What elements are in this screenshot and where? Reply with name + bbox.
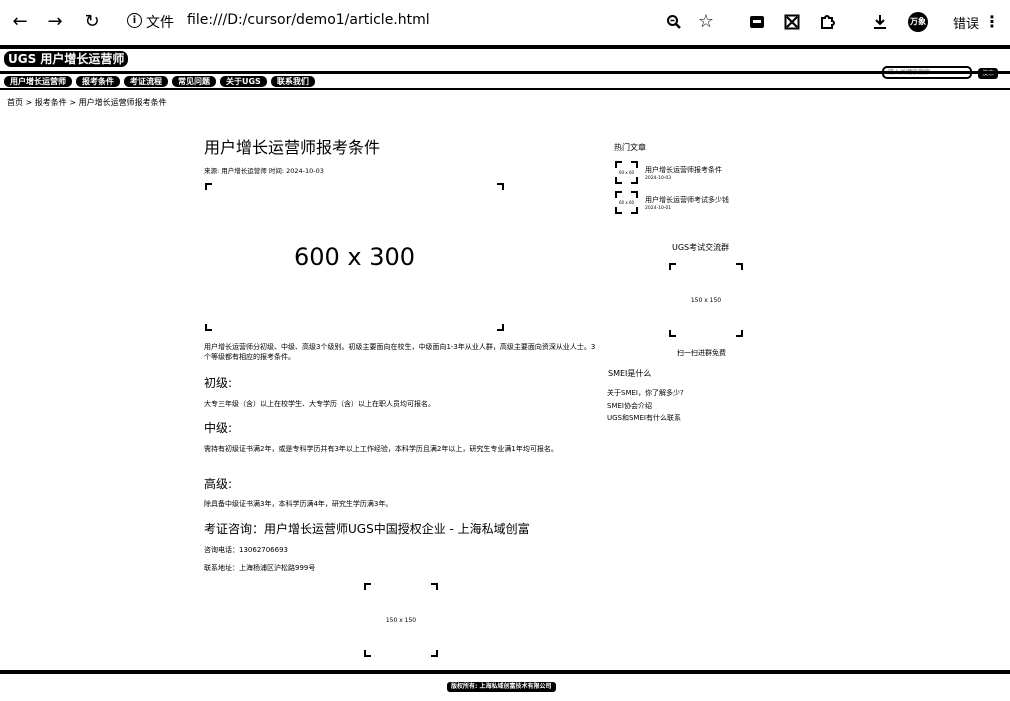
hot-article-date: 2024-10-01	[645, 206, 672, 211]
header-top-border	[0, 45, 1010, 49]
smei-link[interactable]: UGS和SMEI有什么联系	[607, 413, 681, 423]
qr-code-placeholder: 150 x 150	[668, 262, 744, 338]
error-status-label[interactable]: 错误	[953, 13, 979, 32]
hot-article-item[interactable]: 60 x 60 用户增长运营师报考条件 2024-10-03	[614, 160, 764, 185]
breadcrumb-category[interactable]: 报考条件	[35, 98, 67, 107]
breadcrumb-home[interactable]: 首页	[7, 98, 23, 107]
nav-item-about[interactable]: 关于UGS	[220, 76, 267, 87]
image-size-label: 150 x 150	[690, 296, 722, 304]
extension-cp-icon[interactable]	[745, 10, 769, 34]
thumb-size-label: 60 x 60	[618, 200, 635, 205]
hot-article-thumb: 60 x 60	[614, 160, 639, 185]
site-logo[interactable]: UGS 用户增长运营师	[4, 51, 129, 67]
smei-section-title: SMEI是什么	[608, 369, 652, 378]
breadcrumb-current: 用户增长运营师报考条件	[78, 98, 167, 107]
nav-bottom-border	[0, 88, 1010, 90]
article-meta: 来源: 用户增长运营师 时间: 2024-10-03	[204, 167, 324, 175]
breadcrumb-separator: >	[69, 98, 77, 107]
hot-article-date: 2024-10-03	[645, 176, 672, 181]
hot-article-title[interactable]: 用户增长运营师报考条件	[645, 165, 722, 175]
article-intro: 用户增长运营师分初级、中级、高级3个级别。初级主要面向在校生，中级面向1-3年从…	[204, 343, 596, 361]
section-text-intermediate: 需持有初级证书满2年，或是专科学历并有3年以上工作经验，本科学历且满2年以上，研…	[204, 445, 558, 453]
back-arrow-icon[interactable]: ←	[8, 10, 32, 34]
footer-copyright: 版权所有: 上海私域创富技术有限公司	[447, 682, 556, 692]
bookmark-star-icon[interactable]: ☆	[694, 10, 718, 34]
smei-link[interactable]: 关于SMEI，你了解多少?	[607, 388, 684, 398]
nav-item-home[interactable]: 用户增长运营师	[4, 76, 72, 87]
section-heading-intermediate: 中级:	[204, 421, 233, 435]
article-image-placeholder: 600 x 300	[204, 182, 505, 332]
nav-item-process[interactable]: 考证流程	[124, 76, 168, 87]
hot-article-item[interactable]: 60 x 60 用户增长运营师考试多少钱 2024-10-01	[614, 190, 764, 215]
breadcrumb: 首页 > 报考条件 > 用户增长运营师报考条件	[7, 97, 167, 108]
section-heading-junior: 初级:	[204, 376, 233, 390]
footer-border	[0, 670, 1010, 674]
screenshot-icon[interactable]	[780, 10, 804, 34]
nav-item-contact[interactable]: 联系我们	[270, 76, 315, 87]
hot-article-thumb: 60 x 60	[614, 190, 639, 215]
consult-heading: 考证咨询：用户增长运营师UGS中国授权企业 - 上海私域创富	[204, 522, 530, 536]
nav-item-requirements[interactable]: 报考条件	[76, 76, 120, 87]
qr-caption: 扫一扫进群免费	[677, 349, 726, 357]
forward-arrow-icon[interactable]: →	[43, 10, 67, 34]
nav-top-border	[0, 71, 1010, 74]
address-bar[interactable]: file:///D:/cursor/demo1/article.html	[187, 12, 430, 28]
image-size-label: 600 x 300	[293, 243, 416, 271]
url-scheme-label: 文件	[146, 15, 174, 31]
browser-toolbar: ← → ↻ i 文件 file:///D:/cursor/demo1/artic…	[0, 0, 1010, 44]
thumb-size-label: 60 x 60	[618, 170, 635, 175]
main-nav: 用户增长运营师 报考条件 考证流程 常见问题 关于UGS 联系我们	[4, 76, 315, 87]
section-text-junior: 大专三年级（含）以上在校学生、大专学历（含）以上在职人员均可报名。	[204, 400, 435, 408]
zoom-icon[interactable]	[662, 10, 686, 34]
hot-articles-title: 热门文章	[614, 143, 646, 152]
smei-link[interactable]: SMEI协会介绍	[607, 401, 652, 411]
download-icon[interactable]	[868, 10, 892, 34]
menu-kebab-icon[interactable]: ⋮	[984, 12, 1000, 31]
exam-group-title: UGS考试交流群	[672, 243, 730, 252]
breadcrumb-separator: >	[25, 98, 33, 107]
section-heading-senior: 高级:	[204, 477, 233, 491]
info-icon[interactable]: i	[127, 13, 142, 28]
bottom-image-placeholder: 150 x 150	[363, 582, 439, 658]
nav-item-faq[interactable]: 常见问题	[172, 76, 216, 87]
article-title: 用户增长运营师报考条件	[204, 138, 381, 157]
reload-icon[interactable]: ↻	[80, 10, 104, 34]
hot-article-title[interactable]: 用户增长运营师考试多少钱	[645, 195, 729, 205]
extensions-puzzle-icon[interactable]	[815, 10, 839, 34]
contact-phone: 咨询电话：13062706693	[204, 546, 288, 554]
contact-address: 联系地址：上海杨浦区沪松路999号	[204, 564, 316, 572]
section-text-senior: 除具备中级证书满3年，本科学历满4年，研究生学历满3年。	[204, 500, 393, 508]
image-size-label: 150 x 150	[385, 616, 417, 624]
profile-avatar[interactable]: 万象	[908, 12, 928, 32]
